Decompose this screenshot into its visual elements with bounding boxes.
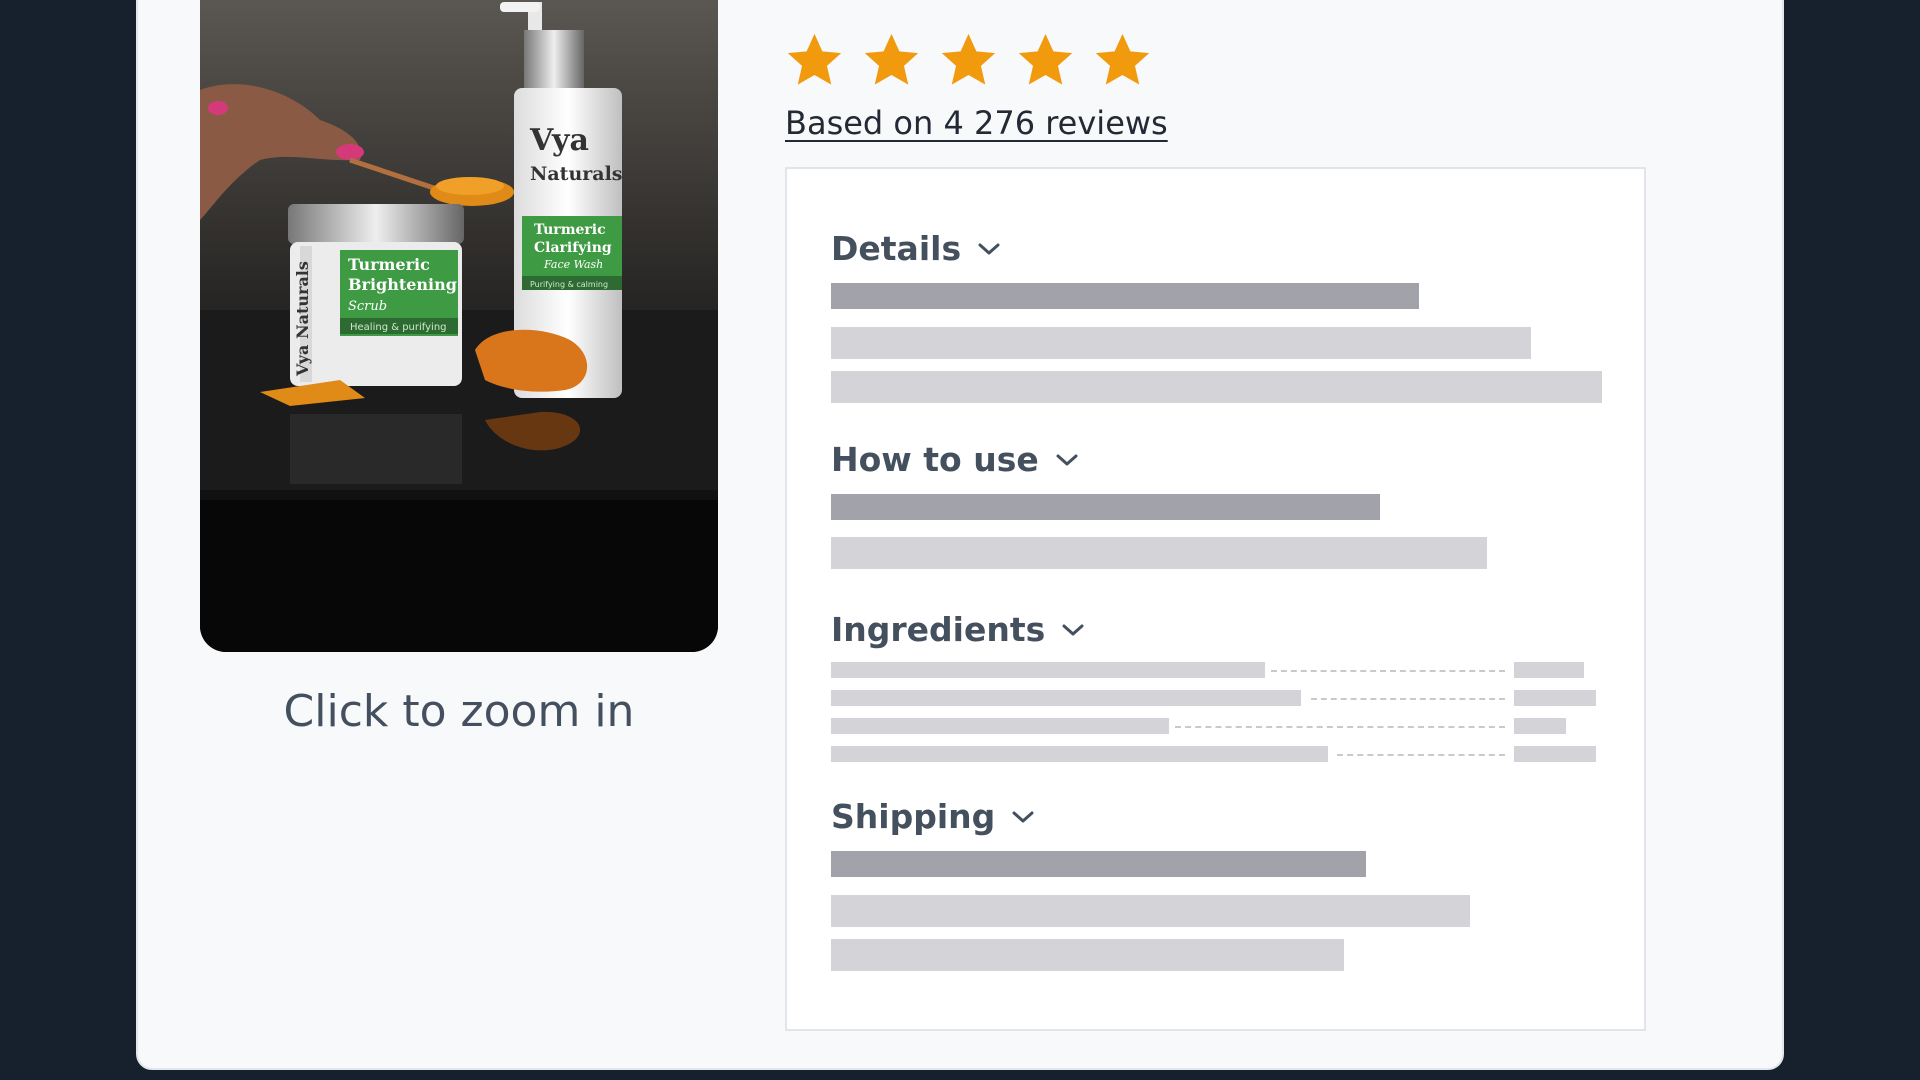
scrub-tag: Healing & purifying: [350, 322, 447, 333]
scrub-line-1: Turmeric: [348, 255, 430, 274]
chevron-down-icon: [1056, 454, 1078, 465]
section-title: Details: [831, 229, 962, 268]
accordion-header-shipping[interactable]: Shipping: [831, 797, 1035, 836]
scrub-line-2: Brightening: [348, 275, 457, 294]
star-rating: [784, 30, 1153, 91]
product-image[interactable]: Vya Naturals Turmeric Clarifying Face Wa…: [200, 0, 718, 652]
skeleton-line: [831, 939, 1344, 971]
zoom-caption[interactable]: Click to zoom in: [200, 686, 718, 737]
skeleton-line: [831, 494, 1380, 520]
wash-brand-text-2: Naturals: [530, 163, 623, 185]
accordion-header-ingredients[interactable]: Ingredients: [831, 610, 1085, 649]
accordion-header-details[interactable]: Details: [831, 229, 1001, 268]
skeleton-line: [831, 371, 1602, 403]
section-title: Ingredients: [831, 610, 1046, 649]
wash-line-2: Clarifying: [534, 240, 612, 256]
scrub-brand-text: Vya Naturals: [293, 261, 312, 377]
accordion-header-how-to-use[interactable]: How to use: [831, 440, 1079, 479]
skeleton-line: [831, 851, 1366, 877]
wash-line-3: Face Wash: [543, 258, 603, 271]
reviews-link[interactable]: Based on 4 276 reviews: [785, 104, 1168, 142]
wash-brand-text: Vya: [529, 123, 589, 158]
ingredient-row: [831, 718, 1601, 734]
star-icon: [1018, 33, 1073, 85]
section-title: Shipping: [831, 797, 996, 836]
star-icon: [941, 33, 996, 85]
skeleton-line: [831, 327, 1531, 359]
chevron-down-icon: [1062, 624, 1084, 635]
skeleton-line: [831, 895, 1470, 927]
scrub-line-3: Scrub: [348, 299, 387, 314]
star-icon: [787, 33, 842, 85]
chevron-down-icon: [978, 243, 1000, 254]
ingredient-row: [831, 662, 1601, 678]
star-icon: [864, 33, 919, 85]
ingredient-row: [831, 690, 1601, 706]
wash-tag: Purifying & calming: [530, 280, 608, 289]
wash-line-1: Turmeric: [534, 222, 606, 238]
star-icon: [1095, 33, 1150, 85]
skeleton-line: [831, 537, 1487, 569]
product-info-accordion: Details How to use Ingredients Shipping: [785, 167, 1646, 1031]
ingredient-row: [831, 746, 1601, 762]
skeleton-line: [831, 283, 1419, 309]
chevron-down-icon: [1012, 811, 1034, 822]
section-title: How to use: [831, 440, 1039, 479]
